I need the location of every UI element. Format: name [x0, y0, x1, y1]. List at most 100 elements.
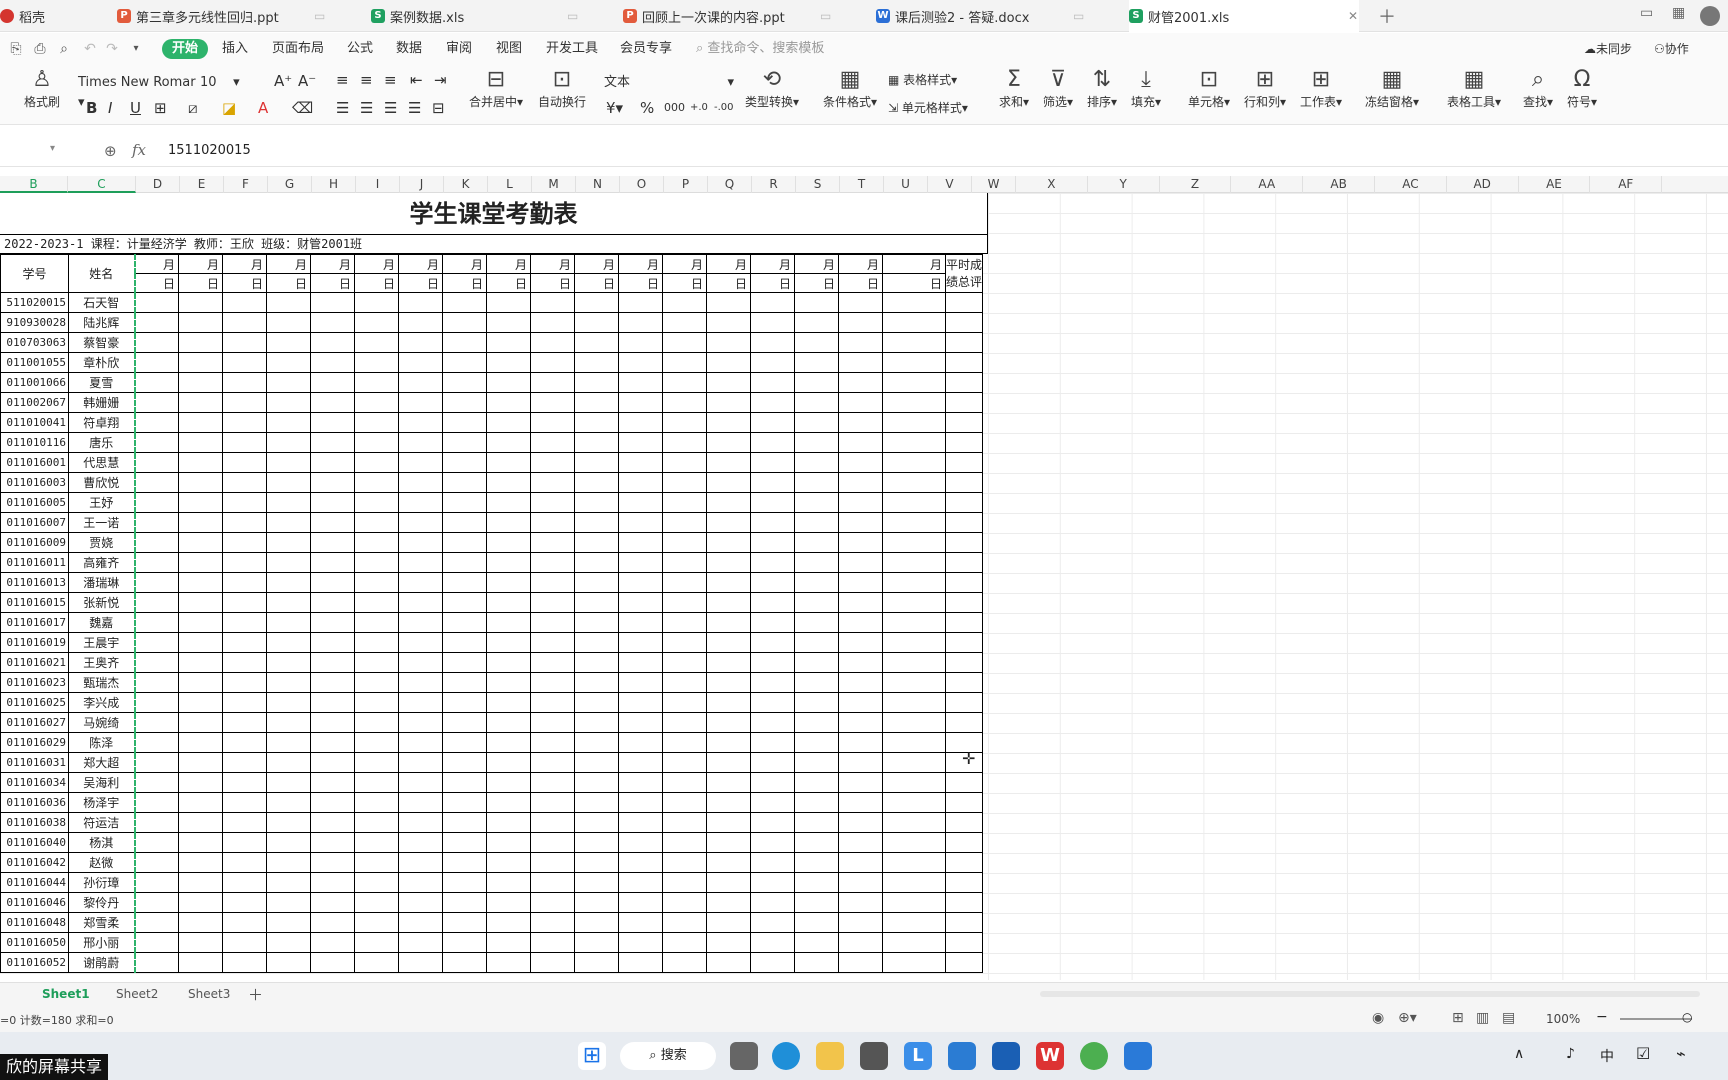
- attendance-cell[interactable]: [310, 652, 355, 673]
- taskbar-search[interactable]: ⌕ 搜索: [620, 1042, 716, 1070]
- attendance-cell[interactable]: [944, 512, 984, 533]
- student-name-cell[interactable]: 邢小丽: [68, 932, 136, 953]
- attendance-cell[interactable]: [266, 432, 311, 453]
- attendance-cell[interactable]: [310, 792, 355, 813]
- attendance-cell[interactable]: [944, 592, 984, 613]
- attendance-cell[interactable]: [882, 792, 946, 813]
- attendance-cell[interactable]: [750, 372, 795, 393]
- header-day[interactable]: 日: [134, 273, 179, 293]
- attendance-cell[interactable]: [882, 372, 946, 393]
- attendance-cell[interactable]: [882, 772, 946, 793]
- attendance-cell[interactable]: [662, 312, 707, 333]
- attendance-cell[interactable]: [134, 392, 179, 413]
- attendance-cell[interactable]: [838, 612, 883, 633]
- attendance-cell[interactable]: [882, 472, 946, 493]
- attendance-cell[interactable]: [618, 512, 663, 533]
- attendance-cell[interactable]: [222, 812, 267, 833]
- attendance-cell[interactable]: [662, 632, 707, 653]
- attendance-cell[interactable]: [486, 392, 531, 413]
- attendance-cell[interactable]: [530, 752, 575, 773]
- attendance-cell[interactable]: [222, 432, 267, 453]
- attendance-cell[interactable]: [134, 492, 179, 513]
- attendance-cell[interactable]: [530, 332, 575, 353]
- attendance-cell[interactable]: [882, 692, 946, 713]
- attendance-cell[interactable]: [662, 872, 707, 893]
- search-command[interactable]: ⌕ 查找命令、搜索模板: [696, 33, 824, 65]
- attendance-cell[interactable]: [706, 932, 751, 953]
- attendance-cell[interactable]: [354, 632, 399, 653]
- attendance-cell[interactable]: [838, 652, 883, 673]
- attendance-cell[interactable]: [354, 692, 399, 713]
- attendance-cell[interactable]: [310, 512, 355, 533]
- attendance-cell[interactable]: [750, 612, 795, 633]
- attendance-cell[interactable]: [486, 832, 531, 853]
- attendance-cell[interactable]: [178, 412, 223, 433]
- attendance-cell[interactable]: [442, 372, 487, 393]
- attendance-cell[interactable]: [750, 512, 795, 533]
- attendance-cell[interactable]: [618, 672, 663, 693]
- attendance-cell[interactable]: [794, 512, 839, 533]
- attendance-cell[interactable]: [398, 872, 443, 893]
- attendance-cell[interactable]: [222, 412, 267, 433]
- header-month[interactable]: 月: [398, 254, 443, 274]
- horizontal-scrollbar[interactable]: [1040, 991, 1700, 997]
- attendance-cell[interactable]: [442, 952, 487, 973]
- attendance-cell[interactable]: [706, 452, 751, 473]
- attendance-cell[interactable]: [574, 812, 619, 833]
- close-icon[interactable]: ✕: [1348, 9, 1358, 23]
- column-header-i[interactable]: I: [356, 176, 400, 193]
- attendance-cell[interactable]: [134, 912, 179, 933]
- name-box-dropdown[interactable]: ▾: [50, 143, 55, 154]
- attendance-cell[interactable]: [838, 392, 883, 413]
- attendance-cell[interactable]: [706, 392, 751, 413]
- attendance-cell[interactable]: [354, 572, 399, 593]
- student-id-cell[interactable]: 011016025: [0, 692, 69, 713]
- attendance-cell[interactable]: [838, 832, 883, 853]
- attendance-cell[interactable]: [486, 772, 531, 793]
- conditional-format-button[interactable]: ▦ 条件格式▾: [820, 67, 880, 110]
- attendance-cell[interactable]: [398, 792, 443, 813]
- attendance-cell[interactable]: [618, 652, 663, 673]
- attendance-cell[interactable]: [662, 852, 707, 873]
- attendance-cell[interactable]: [662, 712, 707, 733]
- student-name-cell[interactable]: 孙衍璋: [68, 872, 136, 893]
- attendance-cell[interactable]: [486, 432, 531, 453]
- wps-icon[interactable]: W: [1036, 1042, 1064, 1070]
- attendance-cell[interactable]: [794, 832, 839, 853]
- attendance-cell[interactable]: [706, 512, 751, 533]
- attendance-cell[interactable]: [838, 592, 883, 613]
- attendance-cell[interactable]: [838, 352, 883, 373]
- attendance-cell[interactable]: [442, 552, 487, 573]
- attendance-cell[interactable]: [750, 492, 795, 513]
- attendance-cell[interactable]: [530, 392, 575, 413]
- attendance-cell[interactable]: [574, 872, 619, 893]
- attendance-cell[interactable]: [310, 532, 355, 553]
- tab-close-icon[interactable]: ▭: [1073, 9, 1084, 23]
- attendance-cell[interactable]: [944, 632, 984, 653]
- attendance-cell[interactable]: [310, 332, 355, 353]
- column-header-ac[interactable]: AC: [1375, 176, 1447, 193]
- attendance-cell[interactable]: [750, 392, 795, 413]
- attendance-cell[interactable]: [944, 532, 984, 553]
- attendance-cell[interactable]: [882, 712, 946, 733]
- student-id-cell[interactable]: 011016001: [0, 452, 69, 473]
- attendance-cell[interactable]: [134, 532, 179, 553]
- header-month[interactable]: 月: [750, 254, 795, 274]
- attendance-cell[interactable]: [574, 312, 619, 333]
- attendance-cell[interactable]: [530, 872, 575, 893]
- attendance-cell[interactable]: [354, 452, 399, 473]
- attendance-cell[interactable]: [618, 952, 663, 973]
- attendance-cell[interactable]: [794, 612, 839, 633]
- attendance-cell[interactable]: [944, 852, 984, 873]
- attendance-cell[interactable]: [398, 912, 443, 933]
- column-header-k[interactable]: K: [444, 176, 488, 193]
- attendance-cell[interactable]: [442, 432, 487, 453]
- attendance-cell[interactable]: [134, 712, 179, 733]
- attendance-cell[interactable]: [398, 532, 443, 553]
- attendance-cell[interactable]: [662, 532, 707, 553]
- photos-icon[interactable]: [992, 1042, 1020, 1070]
- attendance-cell[interactable]: [442, 312, 487, 333]
- attendance-cell[interactable]: [398, 472, 443, 493]
- attendance-cell[interactable]: [398, 552, 443, 573]
- attendance-cell[interactable]: [618, 292, 663, 313]
